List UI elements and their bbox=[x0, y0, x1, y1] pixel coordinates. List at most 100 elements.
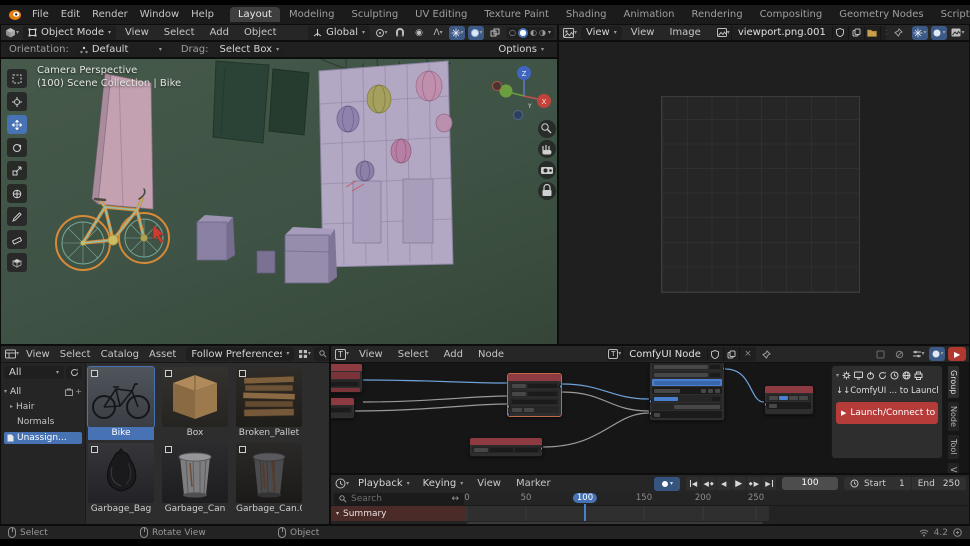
orientation-dropdown[interactable]: Default ▾ bbox=[75, 43, 167, 57]
prev-keyframe-button[interactable]: ◀◆ bbox=[701, 477, 715, 490]
viewport-3d[interactable]: Z X Y Camera Perspective bbox=[0, 58, 558, 345]
tool-scale[interactable] bbox=[7, 161, 27, 180]
tab-group[interactable]: Group bbox=[947, 365, 960, 399]
tool-rotate[interactable] bbox=[7, 138, 27, 157]
fake-user-shield-icon[interactable] bbox=[833, 26, 849, 40]
asset-checkbox[interactable] bbox=[91, 370, 98, 377]
node-tree-copy-button[interactable] bbox=[724, 347, 740, 361]
workspace-tab-uv-editing[interactable]: UV Editing bbox=[407, 7, 475, 22]
image-close-button[interactable]: × bbox=[881, 26, 887, 40]
image-copy-button[interactable] bbox=[849, 26, 865, 40]
gizmos-toggle-button[interactable]: ▾ bbox=[449, 26, 465, 40]
tool-measure[interactable] bbox=[7, 230, 27, 249]
node-overlay-button[interactable]: ▾ bbox=[910, 347, 926, 361]
play-reverse-button[interactable]: ◀ bbox=[717, 477, 731, 490]
node-menu-node[interactable]: Node bbox=[472, 349, 510, 360]
menu-file[interactable]: File bbox=[26, 9, 55, 20]
clock-icon[interactable] bbox=[890, 371, 899, 380]
asset-item-garbage-bag[interactable]: Garbage_Bag bbox=[88, 443, 154, 516]
catalog-row-normals[interactable]: Normals bbox=[4, 417, 82, 427]
tool-cursor[interactable] bbox=[7, 92, 27, 111]
snap-magnet-icon[interactable] bbox=[392, 26, 408, 40]
viewport-menu-object[interactable]: Object bbox=[238, 27, 283, 38]
navigation-gizmo[interactable]: Z X Y bbox=[493, 66, 552, 120]
editor-type-image-button[interactable]: ▾ bbox=[562, 26, 578, 40]
node-menu-view[interactable]: View bbox=[353, 349, 389, 360]
workspace-tab-compositing[interactable]: Compositing bbox=[752, 7, 831, 22]
image-menu-image[interactable]: Image bbox=[663, 27, 706, 38]
image-overlays-button[interactable]: ▾ bbox=[931, 26, 947, 40]
globe-icon[interactable] bbox=[902, 371, 911, 380]
image-datablock-name[interactable]: viewport.png.001 bbox=[732, 27, 833, 38]
workspace-tab-geometry-nodes[interactable]: Geometry Nodes bbox=[831, 7, 931, 22]
current-frame-indicator[interactable]: 100 bbox=[573, 493, 597, 503]
node-sampler[interactable] bbox=[649, 363, 725, 421]
timeline-menu-marker[interactable]: Marker bbox=[510, 478, 557, 489]
power-icon[interactable] bbox=[866, 371, 875, 380]
asset-checkbox[interactable] bbox=[165, 446, 172, 453]
asset-menu-view[interactable]: View bbox=[22, 349, 54, 360]
options-dropdown[interactable]: Options▾ bbox=[493, 43, 549, 57]
viewport-menu-view[interactable]: View bbox=[119, 27, 155, 38]
asset-menu-asset[interactable]: Asset bbox=[145, 349, 180, 360]
tool-select-box[interactable] bbox=[7, 69, 27, 88]
menu-help[interactable]: Help bbox=[185, 9, 220, 20]
keying-dropdown[interactable]: Keying▾ bbox=[418, 477, 469, 491]
catalog-row-hair[interactable]: ▸ Hair bbox=[4, 402, 82, 412]
play-button[interactable]: ▶ bbox=[732, 477, 746, 490]
workspace-tab-texture-paint[interactable]: Texture Paint bbox=[476, 7, 557, 22]
transform-orientation-dropdown[interactable]: Global▾ bbox=[308, 26, 370, 40]
node-pipeline-loader[interactable] bbox=[507, 373, 562, 417]
workspace-tab-shading[interactable]: Shading bbox=[558, 7, 615, 22]
timeline-ruler[interactable]: Search ↔ 0 50 100 150 200 250 bbox=[331, 492, 970, 506]
viewport-menu-add[interactable]: Add bbox=[204, 27, 235, 38]
timeline-search-input[interactable]: Search ↔ bbox=[334, 493, 464, 505]
editor-type-node-button[interactable]: T ▾ bbox=[334, 347, 350, 361]
node-menu-select[interactable]: Select bbox=[392, 349, 435, 360]
node-menu-add[interactable]: Add bbox=[438, 349, 469, 360]
proportional-editing-button[interactable]: ◉ bbox=[411, 26, 427, 40]
tab-tool[interactable]: Tool bbox=[947, 434, 960, 460]
workspace-tab-layout[interactable]: Layout bbox=[230, 7, 280, 22]
current-frame-field[interactable]: 100 bbox=[782, 477, 838, 490]
tool-transform[interactable] bbox=[7, 184, 27, 203]
image-channels-button[interactable]: ▾ bbox=[950, 26, 966, 40]
timeline-channels[interactable]: ▾ Summary bbox=[331, 506, 970, 521]
tab-node[interactable]: Node bbox=[947, 401, 960, 432]
shading-solid-icon[interactable]: ● bbox=[518, 28, 528, 38]
node-tree-close-button[interactable]: × bbox=[740, 347, 756, 361]
snap-target-button[interactable]: ▾ bbox=[373, 26, 389, 40]
editor-type-timeline-button[interactable]: ▾ bbox=[334, 477, 350, 491]
editor-type-asset-button[interactable]: ▾ bbox=[4, 347, 20, 361]
tool-add-cube[interactable] bbox=[7, 253, 27, 272]
asset-checkbox[interactable] bbox=[165, 370, 172, 377]
workspace-tab-modeling[interactable]: Modeling bbox=[281, 7, 343, 22]
workspace-tab-sculpting[interactable]: Sculpting bbox=[343, 7, 406, 22]
editor-type-3d-viewport-button[interactable]: ▾ bbox=[4, 26, 20, 40]
playback-dropdown[interactable]: Playback▾ bbox=[353, 477, 415, 491]
node-graph[interactable]: ▾ ↓↓ComfyUI ... to Launch↓↓ ▶ Launch/Con… bbox=[331, 363, 970, 474]
node-preview-image[interactable] bbox=[764, 385, 814, 415]
drag-dropdown[interactable]: Select Box▾ bbox=[214, 43, 284, 57]
blender-logo-icon[interactable] bbox=[8, 9, 22, 21]
workspace-tab-rendering[interactable]: Rendering bbox=[683, 7, 750, 22]
auto-keying-button[interactable]: ▾ bbox=[654, 477, 680, 491]
mode-dropdown[interactable]: Object Mode▾ bbox=[23, 26, 116, 40]
catalog-row-all[interactable]: ▾ All + bbox=[4, 387, 82, 397]
viewport-menu-select[interactable]: Select bbox=[158, 27, 201, 38]
asset-item-bike[interactable]: Bike bbox=[88, 367, 154, 440]
node-tree-name[interactable]: ComfyUI Node bbox=[623, 349, 708, 360]
asset-checkbox[interactable] bbox=[91, 446, 98, 453]
asset-item-garbage-can[interactable]: Garbage_Can bbox=[162, 443, 228, 516]
add-catalog-button[interactable]: + bbox=[75, 388, 82, 396]
asset-library-dropdown[interactable]: Follow Preferences ▾ bbox=[186, 347, 294, 361]
jump-to-start-button[interactable]: ◀ bbox=[686, 477, 700, 490]
catalog-row-unassigned[interactable]: Unassign... bbox=[4, 432, 82, 444]
launch-connect-button[interactable]: ▶ Launch/Connect to ... bbox=[836, 402, 938, 424]
asset-search-input[interactable]: Search bbox=[314, 347, 330, 361]
display-settings-button[interactable]: ▾ bbox=[296, 347, 312, 361]
refresh-icon[interactable] bbox=[878, 371, 887, 380]
asset-menu-catalog[interactable]: Catalog bbox=[97, 349, 143, 360]
start-frame-field[interactable]: Start1 bbox=[844, 477, 911, 490]
node-pin-icon[interactable] bbox=[759, 347, 775, 361]
